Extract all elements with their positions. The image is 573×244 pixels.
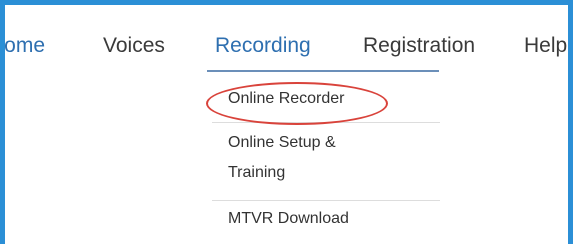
nav-registration[interactable]: Registration <box>363 33 475 59</box>
menu-divider <box>212 122 440 123</box>
menu-item-label: Online Recorder <box>228 90 345 107</box>
top-navigation: Home Voices Recording Registration Help <box>5 5 568 75</box>
menu-item-online-setup-training[interactable]: Online Setup & Training <box>212 128 440 198</box>
nav-voices[interactable]: Voices <box>103 33 165 59</box>
menu-item-label: Online Setup & <box>228 134 336 151</box>
menu-item-online-recorder[interactable]: Online Recorder <box>212 84 440 120</box>
menu-divider <box>212 200 440 201</box>
nav-help[interactable]: Help <box>524 33 567 59</box>
menu-item-label-line2: Training <box>228 164 286 181</box>
menu-item-label: MTVR Download <box>228 210 349 227</box>
nav-home[interactable]: Home <box>5 33 45 59</box>
active-tab-underline <box>207 70 439 72</box>
menu-item-mtvr-download[interactable]: MTVR Download <box>212 204 440 244</box>
nav-recording[interactable]: Recording <box>215 33 311 59</box>
